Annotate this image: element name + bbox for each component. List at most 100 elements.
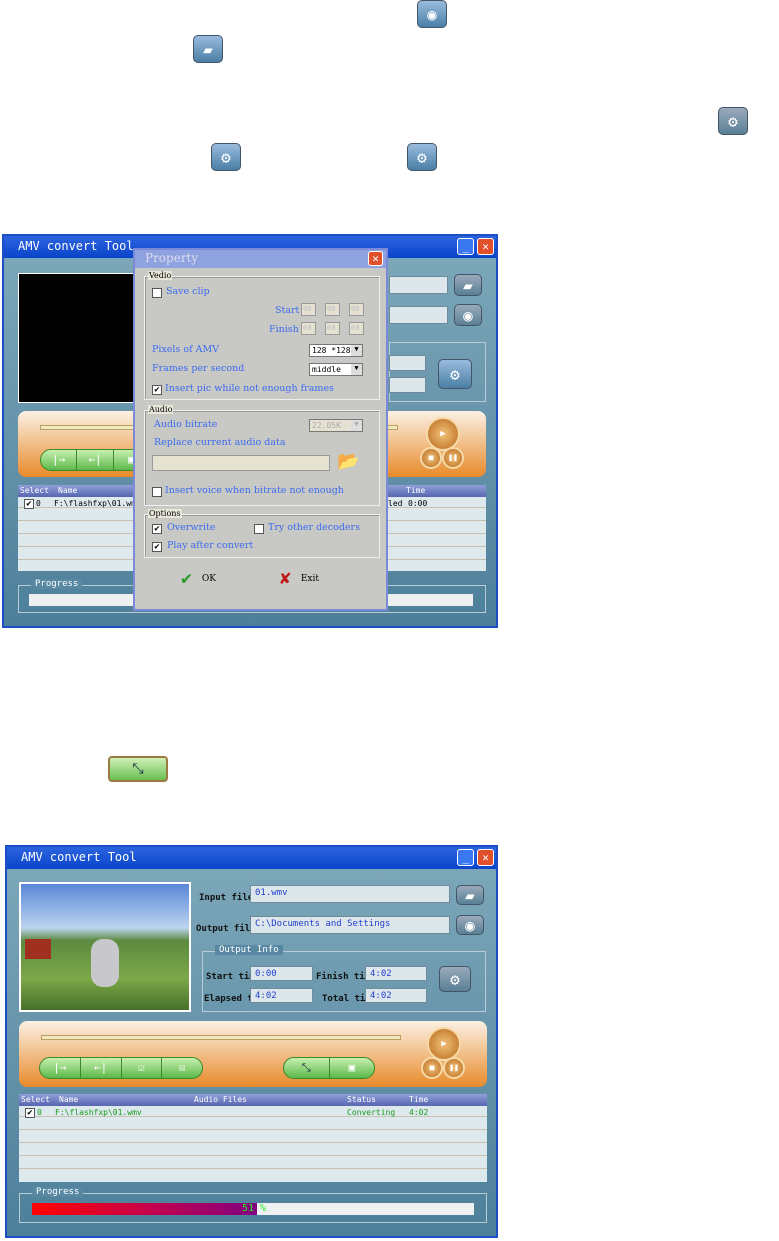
- gear-icon: ⚙: [718, 107, 748, 135]
- col-status[interactable]: Status: [347, 1095, 376, 1104]
- col-time[interactable]: Time: [409, 1095, 428, 1104]
- insert-pic-checkbox[interactable]: ✔: [152, 385, 162, 395]
- finish-time-field: 4:02: [365, 966, 427, 981]
- set-end-icon[interactable]: ←|: [81, 1058, 122, 1078]
- chevron-down-icon: ▼: [351, 420, 362, 431]
- audio-bitrate-select[interactable]: 22.05K ▼: [309, 419, 363, 432]
- control-panel: |→ ←| ☑ ☒ ⤡ ▣ ▶ ■ ❚❚: [19, 1021, 487, 1087]
- start-min[interactable]: 00: [325, 303, 340, 316]
- stop-button[interactable]: ■: [421, 1057, 443, 1079]
- deselect-icon[interactable]: ☒: [162, 1058, 202, 1078]
- output-info-group: Output Info Start time 0:00 Finish time …: [202, 945, 486, 1012]
- insert-voice-checkbox[interactable]: [152, 487, 162, 497]
- chevron-down-icon: ▼: [351, 345, 362, 356]
- disc-icon[interactable]: ◉: [454, 304, 482, 326]
- disc-icon: ◉: [417, 0, 447, 28]
- output-info-label: Output Info: [215, 945, 283, 955]
- dialog-close-button[interactable]: ✕: [368, 251, 383, 266]
- property-dialog: Property ✕ Vedio Save clip Start 00 00 0…: [133, 248, 388, 611]
- gear-icon: ⚙: [407, 143, 437, 171]
- ok-button[interactable]: ✔ OK: [181, 568, 216, 589]
- gear-icon[interactable]: ⚙: [438, 359, 472, 389]
- pause-button[interactable]: ❚❚: [442, 447, 464, 469]
- close-button[interactable]: ✕: [477, 238, 494, 255]
- seek-slider[interactable]: [41, 1035, 401, 1040]
- disc-icon[interactable]: ◉: [456, 915, 484, 935]
- pixels-select[interactable]: 128 *128 ▼: [309, 344, 363, 357]
- output-file-field[interactable]: [389, 306, 448, 324]
- row-name: F:\flashfxp\01.wm: [54, 499, 136, 508]
- finish-label: Finish: [269, 324, 299, 335]
- col-time[interactable]: Time: [406, 486, 425, 495]
- table-row[interactable]: ✔ 0 F:\flashfxp\01.wmv Converting 4:02: [19, 1107, 487, 1118]
- close-button[interactable]: ✕: [477, 849, 494, 866]
- col-audio-files[interactable]: Audio Files: [194, 1095, 247, 1104]
- col-name[interactable]: Name: [58, 486, 77, 495]
- minimize-button[interactable]: _: [457, 849, 474, 866]
- open-folder-icon[interactable]: 📂: [337, 451, 359, 472]
- folder-icon[interactable]: ▰: [456, 885, 484, 905]
- row-checkbox[interactable]: ✔: [24, 499, 34, 509]
- output-file-label: Output file: [196, 924, 256, 934]
- pixels-label: Pixels of AMV: [152, 344, 220, 355]
- total-time-field: [389, 377, 426, 393]
- minimize-button[interactable]: _: [457, 238, 474, 255]
- play-button[interactable]: ▶: [427, 1027, 461, 1061]
- progress-fill: [32, 1203, 258, 1215]
- folder-icon[interactable]: ▰: [454, 274, 482, 296]
- exit-button[interactable]: ✘ Exit: [280, 568, 319, 589]
- finish-sec[interactable]: 00: [349, 322, 364, 335]
- progress-bar: 51 %: [32, 1203, 474, 1215]
- col-name[interactable]: Name: [59, 1095, 78, 1104]
- set-end-icon[interactable]: ←|: [77, 450, 114, 470]
- file-table: Select Name Audio Files Status Time ✔ 0 F:\fl…: [19, 1094, 487, 1182]
- pause-button[interactable]: ❚❚: [443, 1057, 465, 1079]
- total-time-field: 4:02: [365, 988, 427, 1003]
- fps-select[interactable]: middle ▼: [309, 363, 363, 376]
- output-file-field[interactable]: C:\Documents and Settings: [250, 916, 450, 934]
- elapsed-time-field: 4:02: [250, 988, 313, 1003]
- play-after-checkbox[interactable]: ✔: [152, 542, 162, 552]
- play-button[interactable]: ▶: [426, 417, 460, 451]
- convert-icon[interactable]: ⤡: [284, 1058, 330, 1078]
- stop-convert-icon[interactable]: ▣: [330, 1058, 375, 1078]
- checkmark-icon: ✔: [181, 568, 192, 589]
- set-start-icon[interactable]: |→: [40, 1058, 81, 1078]
- row-time: 4:02: [409, 1108, 429, 1117]
- try-decoders-checkbox[interactable]: [254, 524, 264, 534]
- select-all-icon[interactable]: ☑: [122, 1058, 163, 1078]
- audio-file-input[interactable]: [152, 455, 330, 471]
- audio-group: Audio Audio bitrate 22.05K ▼ Replace curr…: [144, 405, 380, 506]
- gear-icon: ⚙: [211, 143, 241, 171]
- convert-button-group[interactable]: ⤡ ▣: [283, 1057, 375, 1079]
- finish-hour[interactable]: 00: [301, 322, 316, 335]
- start-hour[interactable]: 00: [301, 303, 316, 316]
- edit-button-group[interactable]: |→ ←| ☑ ☒: [39, 1057, 203, 1079]
- col-select[interactable]: Select: [20, 486, 49, 495]
- audio-bitrate-label: Audio bitrate: [154, 419, 218, 430]
- save-clip-checkbox[interactable]: [152, 288, 162, 298]
- audio-bitrate-value: 22.05K: [312, 421, 341, 430]
- amv-window-converting: AMV convert Tool _ ✕ Input file 01.wmv ▰…: [5, 845, 498, 1238]
- input-file-field[interactable]: 01.wmv: [250, 885, 450, 903]
- video-group-label: Vedio: [148, 271, 173, 280]
- col-select[interactable]: Select: [21, 1095, 50, 1104]
- replace-audio-label: Replace current audio data: [154, 437, 286, 448]
- row-checkbox[interactable]: ✔: [25, 1108, 35, 1118]
- row-name: F:\flashfxp\01.wmv: [55, 1108, 142, 1117]
- fps-value: middle: [312, 365, 341, 374]
- row-status: led: [388, 499, 403, 508]
- input-file-field[interactable]: [389, 276, 448, 294]
- progress-text: 51 %: [242, 1203, 267, 1214]
- overwrite-checkbox[interactable]: ✔: [152, 524, 162, 534]
- finish-min[interactable]: 00: [325, 322, 340, 335]
- gear-icon[interactable]: ⚙: [439, 966, 471, 992]
- preview-character: [91, 939, 119, 987]
- options-group-label: Options: [148, 509, 182, 518]
- row-status: Converting: [347, 1108, 396, 1117]
- set-start-icon[interactable]: |→: [41, 450, 78, 470]
- stop-button[interactable]: ■: [420, 447, 442, 469]
- video-preview: [19, 882, 191, 1012]
- start-sec[interactable]: 00: [349, 303, 364, 316]
- row-time: 0:00: [408, 499, 428, 508]
